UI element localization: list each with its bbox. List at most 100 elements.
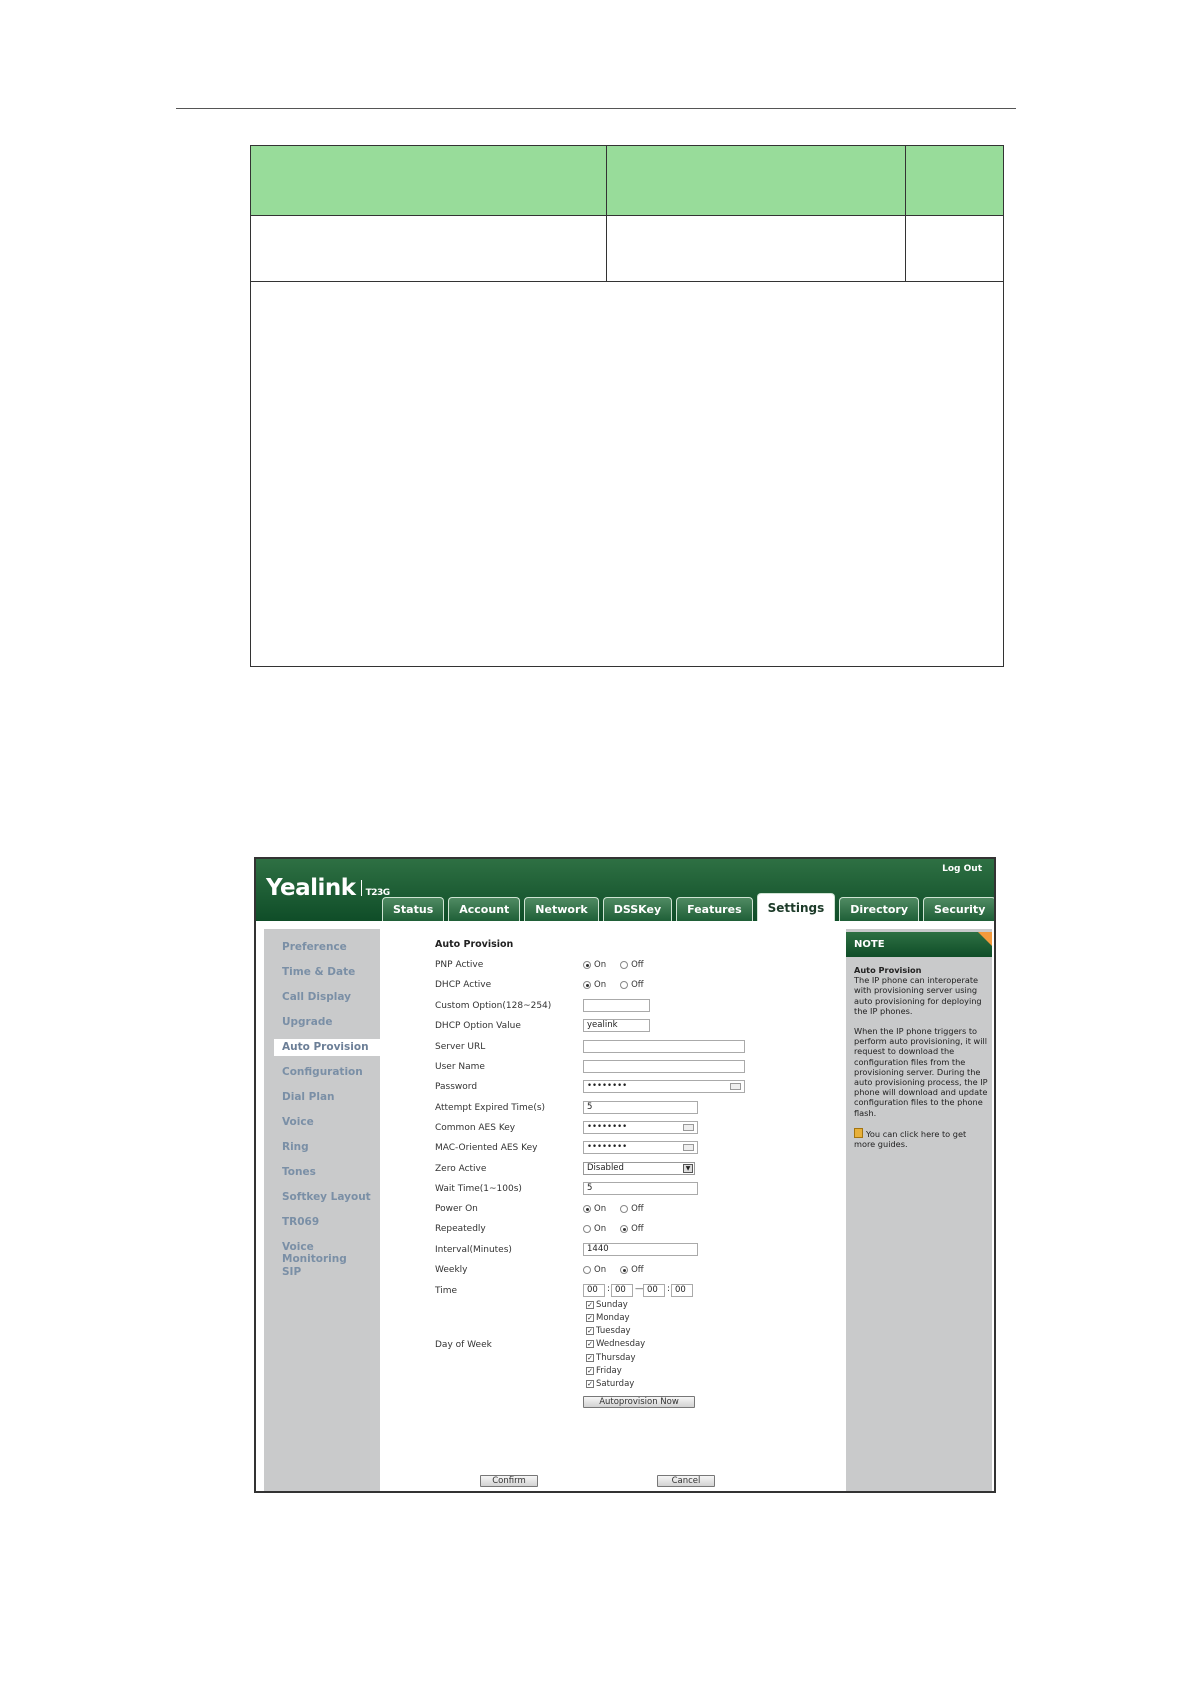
- table-header-cell-default: [906, 146, 1003, 215]
- note-body: Auto Provision The IP phone can interope…: [854, 965, 988, 1149]
- sidebar-item-call-display[interactable]: Call Display: [282, 991, 351, 1003]
- power-on-off-radio[interactable]: [620, 1205, 629, 1213]
- table-header-cell-value: [607, 146, 906, 215]
- checkbox[interactable]: ✓: [586, 1340, 594, 1348]
- settings-sidebar: Preference Time & Date Call Display Upgr…: [264, 929, 390, 1491]
- keyboard-icon[interactable]: [730, 1083, 741, 1090]
- custom-option-label: Custom Option(128~254): [435, 1001, 552, 1011]
- attempt-expired-input[interactable]: 5: [583, 1101, 698, 1114]
- sidebar-item-dial-plan[interactable]: Dial Plan: [282, 1091, 335, 1103]
- interval-input[interactable]: 1440: [583, 1243, 698, 1256]
- pnp-active-label: PNP Active: [435, 960, 484, 970]
- time-end-minute-input[interactable]: 00: [671, 1284, 693, 1297]
- sidebar-item-voice-monitoring[interactable]: Voice Monitoring: [282, 1241, 380, 1265]
- sidebar-item-upgrade[interactable]: Upgrade: [282, 1016, 332, 1028]
- server-url-label: Server URL: [435, 1042, 486, 1052]
- weekly-off-radio[interactable]: [620, 1266, 629, 1274]
- table-description-cell: [251, 282, 1003, 667]
- main-tabs: Status Account Network DSSKey Features S…: [382, 893, 994, 921]
- day-label: Tuesday: [596, 1326, 631, 1336]
- sidebar-item-sip[interactable]: SIP: [282, 1266, 301, 1278]
- checkbox[interactable]: ✓: [586, 1314, 594, 1322]
- user-name-input[interactable]: [583, 1060, 745, 1073]
- server-url-input[interactable]: [583, 1040, 745, 1053]
- tab-dsskey[interactable]: DSSKey: [602, 897, 673, 921]
- cancel-button[interactable]: Cancel: [657, 1475, 715, 1487]
- wait-time-label: Wait Time(1~100s): [435, 1184, 522, 1194]
- day-tuesday[interactable]: ✓ Tuesday: [586, 1326, 631, 1336]
- checkbox[interactable]: ✓: [586, 1380, 594, 1388]
- table-cell: [607, 216, 906, 281]
- day-thursday[interactable]: ✓ Thursday: [586, 1353, 636, 1363]
- repeatedly-on-radio[interactable]: [583, 1225, 591, 1233]
- sidebar-item-voice[interactable]: Voice: [282, 1116, 314, 1128]
- mac-aes-key-input[interactable]: ••••••••: [583, 1141, 698, 1154]
- power-on-on-radio[interactable]: [583, 1205, 591, 1213]
- confirm-button[interactable]: Confirm: [480, 1475, 538, 1487]
- wait-time-input[interactable]: 5: [583, 1182, 698, 1195]
- sidebar-item-ring[interactable]: Ring: [282, 1141, 309, 1153]
- time-end-hour-input[interactable]: 00: [643, 1284, 665, 1297]
- table-cell: [906, 216, 1003, 281]
- note-paragraph-2: When the IP phone triggers to perform au…: [854, 1026, 988, 1118]
- note-guide-link[interactable]: You can click here to get more guides.: [854, 1127, 988, 1149]
- custom-option-input[interactable]: [583, 999, 650, 1012]
- keyboard-icon[interactable]: [683, 1144, 694, 1151]
- checkbox[interactable]: ✓: [586, 1354, 594, 1362]
- tab-features[interactable]: Features: [676, 897, 753, 921]
- radio-label: Off: [631, 960, 644, 970]
- dhcp-off-radio[interactable]: [620, 981, 629, 989]
- sidebar-item-configuration[interactable]: Configuration: [282, 1066, 363, 1078]
- checkbox[interactable]: ✓: [586, 1367, 594, 1375]
- keyboard-icon[interactable]: [683, 1124, 694, 1131]
- password-input[interactable]: ••••••••: [583, 1080, 745, 1093]
- mac-aes-key-label: MAC-Oriented AES Key: [435, 1143, 538, 1153]
- day-of-week-label: Day of Week: [435, 1340, 492, 1350]
- dhcp-on-radio[interactable]: [583, 981, 591, 989]
- sidebar-item-time-date[interactable]: Time & Date: [282, 966, 355, 978]
- logout-link[interactable]: Log Out: [942, 864, 982, 874]
- parameter-table: [250, 145, 1004, 667]
- checkbox[interactable]: ✓: [586, 1327, 594, 1335]
- auto-provision-form: Auto Provision PNP Active On Off DHCP Ac…: [387, 929, 842, 1491]
- repeatedly-radios: On Off: [583, 1224, 644, 1234]
- dhcp-active-radios: On Off: [583, 980, 644, 990]
- day-friday[interactable]: ✓ Friday: [586, 1366, 622, 1376]
- weekly-on-radio[interactable]: [583, 1266, 591, 1274]
- time-colon: :: [607, 1284, 611, 1294]
- checkbox[interactable]: ✓: [586, 1301, 594, 1309]
- sidebar-item-tr069[interactable]: TR069: [282, 1216, 319, 1228]
- day-saturday[interactable]: ✓ Saturday: [586, 1379, 634, 1389]
- zero-active-value: Disabled: [587, 1163, 624, 1173]
- sidebar-item-preference[interactable]: Preference: [282, 941, 347, 953]
- table-header-row: [251, 146, 1003, 216]
- repeatedly-off-radio[interactable]: [620, 1225, 629, 1233]
- day-label: Saturday: [596, 1379, 635, 1389]
- zero-active-select[interactable]: Disabled ▼: [583, 1162, 695, 1175]
- common-aes-key-input[interactable]: ••••••••: [583, 1121, 698, 1134]
- chevron-down-icon[interactable]: ▼: [683, 1164, 693, 1173]
- day-monday[interactable]: ✓ Monday: [586, 1313, 630, 1323]
- time-start-hour-input[interactable]: 00: [583, 1284, 605, 1297]
- autoprovision-now-button[interactable]: Autoprovision Now: [583, 1396, 695, 1408]
- tab-directory[interactable]: Directory: [839, 897, 919, 921]
- tab-network[interactable]: Network: [524, 897, 599, 921]
- pnp-on-radio[interactable]: [583, 961, 591, 969]
- time-label: Time: [435, 1286, 458, 1296]
- password-mask: ••••••••: [587, 1081, 628, 1091]
- dhcp-option-value-input[interactable]: yealink: [583, 1019, 650, 1032]
- tab-settings[interactable]: Settings: [756, 893, 836, 921]
- sidebar-item-tones[interactable]: Tones: [282, 1166, 316, 1178]
- time-start-minute-input[interactable]: 00: [611, 1284, 633, 1297]
- day-wednesday[interactable]: ✓ Wednesday: [586, 1339, 645, 1349]
- sidebar-item-softkey-layout[interactable]: Softkey Layout: [282, 1191, 371, 1203]
- tab-security[interactable]: Security: [923, 897, 994, 921]
- day-sunday[interactable]: ✓ Sunday: [586, 1300, 628, 1310]
- table-row: [251, 216, 1003, 282]
- sidebar-item-auto-provision[interactable]: Auto Provision: [274, 1039, 390, 1056]
- pnp-off-radio[interactable]: [620, 961, 629, 969]
- tab-account[interactable]: Account: [448, 897, 521, 921]
- day-label: Sunday: [596, 1300, 628, 1310]
- day-label: Thursday: [596, 1353, 636, 1363]
- tab-status[interactable]: Status: [382, 897, 445, 921]
